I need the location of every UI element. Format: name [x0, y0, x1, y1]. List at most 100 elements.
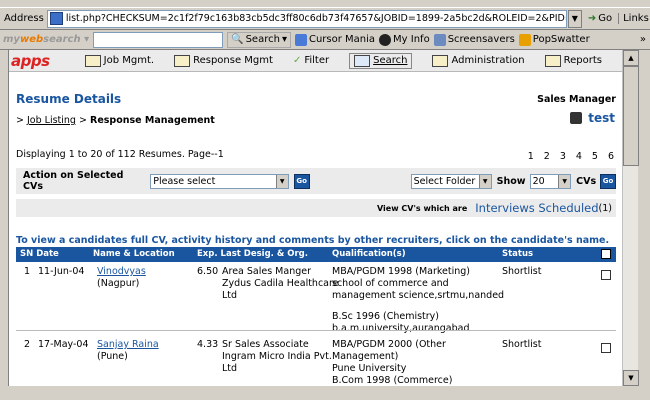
bottom-strip — [0, 386, 650, 400]
page-link[interactable]: 1 — [528, 151, 534, 162]
table-header: SN Date Name & Location Exp. Last Desig.… — [16, 247, 616, 262]
page-link[interactable]: 6 — [608, 151, 614, 162]
breadcrumb: > Job Listing > Response Management — [16, 115, 215, 126]
page-link[interactable]: 4 — [576, 151, 582, 162]
cursor-mania-label: Cursor Mania — [308, 34, 376, 45]
breadcrumb-sep: > — [16, 115, 24, 126]
qualification-line: MBA/PGDM 2000 (Other — [332, 339, 446, 350]
action-select[interactable]: Please select ▼ — [150, 173, 289, 189]
show-select[interactable]: 20 ▼ — [529, 173, 572, 189]
nav-reports[interactable]: Reports — [544, 54, 602, 67]
page-link[interactable]: 2 — [544, 151, 550, 162]
breadcrumb-job-listing[interactable]: Job Listing — [27, 115, 76, 126]
toolbar-search-label: Search — [245, 34, 280, 45]
qualification-line: MBA/PGDM 1998 (Marketing) — [332, 266, 470, 277]
cursor-mania-button[interactable]: Cursor Mania — [294, 33, 376, 46]
search-toolbar: mywebsearch ▾ 🔍 Search ▾ Cursor Mania My … — [0, 30, 650, 50]
go-button[interactable]: ➜ Go — [588, 13, 612, 24]
address-dropdown-button[interactable]: ▼ — [567, 9, 582, 28]
user-icon — [570, 112, 583, 124]
row-divider — [16, 330, 616, 331]
links-button[interactable]: Links — [618, 13, 649, 24]
organization-suffix: Ltd — [222, 363, 238, 374]
candidate-location: (Pune) — [97, 351, 128, 362]
address-input[interactable]: list.php?CHECKSUM=2c1f2f79c163b83cb5dc3f… — [46, 9, 567, 28]
qualification-line: Management) — [332, 351, 399, 362]
vertical-scrollbar[interactable]: ▲ ▼ — [622, 50, 639, 386]
user-role: Sales Manager — [537, 94, 616, 105]
show-go-button[interactable]: Go — [600, 173, 616, 189]
results-summary: Displaying 1 to 20 of 112 Resumes. Page-… — [16, 149, 224, 160]
nav-search-label: Search — [373, 55, 408, 66]
nav-filter[interactable]: ✓ Filter — [293, 55, 329, 66]
go-arrow-icon: ➜ — [587, 13, 597, 24]
responses-icon — [174, 54, 191, 67]
scroll-down-arrow-icon[interactable]: ▼ — [623, 370, 639, 386]
chevron-down-icon: ▼ — [275, 174, 288, 188]
row-date: 17-May-04 — [38, 339, 89, 350]
action-bar: Action on Selected CVs Please select ▼ G… — [16, 168, 616, 194]
nav-response-mgmt[interactable]: Response Mgmt — [174, 54, 273, 67]
table-row: 2 17-May-04 Sanjay Raina (Pune) 4.33 Sr … — [16, 339, 616, 386]
row-checkbox[interactable] — [601, 343, 611, 353]
experience-years: 4.33 — [197, 339, 219, 350]
screensavers-button[interactable]: Screensavers — [433, 33, 515, 46]
filter-icon: ✓ — [292, 55, 302, 66]
popswatter-button[interactable]: PopSwatter — [518, 33, 590, 46]
user-info: test — [570, 111, 615, 125]
address-url: list.php?CHECKSUM=2c1f2f79c163b83cb5dc3f… — [65, 13, 566, 24]
mywebsearch-logo-search: search — [43, 34, 81, 45]
candidate-name-link[interactable]: Vinodvyas — [97, 266, 146, 278]
col-qualifications: Qualification(s) — [332, 249, 406, 259]
experience-years: 6.50 — [197, 266, 219, 277]
cursor-icon — [294, 33, 307, 46]
col-name-location: Name & Location — [93, 249, 175, 259]
chevron-down-icon: ▼ — [478, 174, 491, 188]
info-icon — [379, 33, 392, 46]
briefcase-icon — [84, 54, 101, 67]
nav-administration-label: Administration — [451, 55, 525, 66]
candidate-status: Shortlist — [502, 266, 542, 277]
scroll-up-arrow-icon[interactable]: ▲ — [623, 50, 639, 66]
candidate-location: (Nagpur) — [97, 278, 140, 289]
interviews-count: (1) — [598, 202, 612, 214]
select-all-checkbox[interactable] — [601, 249, 611, 259]
candidate-name-link[interactable]: Sanjay Raina — [97, 339, 159, 351]
show-select-value: 20 — [532, 175, 545, 187]
table-row: 1 11-Jun-04 Vinodvyas (Nagpur) 6.50 Area… — [16, 266, 616, 348]
interviews-scheduled-link[interactable]: Interviews Scheduled — [475, 201, 598, 215]
toolbar-search-button[interactable]: 🔍 Search ▾ — [227, 31, 291, 48]
nav-job-mgmt[interactable]: Job Mgmt. — [84, 54, 154, 67]
toolbar-chevron-icon[interactable]: » — [640, 34, 646, 45]
nav-reports-label: Reports — [563, 55, 602, 66]
action-go-button[interactable]: Go — [293, 173, 310, 189]
qualification-line: Pune University — [332, 363, 407, 374]
search-icon — [354, 54, 371, 67]
scroll-thumb[interactable] — [623, 66, 639, 166]
mywebsearch-logo[interactable]: mywebsearch ▾ — [3, 34, 89, 45]
my-info-button[interactable]: My Info — [379, 33, 430, 46]
qualification-line: b.a.m.university,aurangabad — [332, 323, 470, 334]
go-label: Go — [598, 13, 613, 24]
designation: Sr Sales Associate — [222, 339, 309, 350]
screensavers-label: Screensavers — [447, 34, 515, 45]
organization: Zydus Cadila Healthcare — [222, 278, 339, 289]
toolbar-search-input[interactable] — [93, 31, 224, 48]
page-link[interactable]: 5 — [592, 151, 598, 162]
admin-icon — [432, 54, 449, 67]
app-nav-bar: apps Job Mgmt. Response Mgmt ✓ Filter Sea… — [9, 50, 622, 72]
nav-search[interactable]: Search — [349, 52, 413, 69]
page-link[interactable]: 3 — [560, 151, 566, 162]
nav-administration[interactable]: Administration — [432, 54, 525, 67]
row-sn: 1 — [24, 266, 31, 277]
swatter-icon — [518, 33, 531, 46]
folder-select[interactable]: Select Folder ▼ — [410, 173, 492, 189]
row-checkbox[interactable] — [601, 270, 611, 280]
view-label: View CV's which are — [376, 203, 468, 213]
mywebsearch-logo-my: my — [3, 34, 20, 45]
row-sn: 2 — [24, 339, 31, 350]
user-name[interactable]: test — [588, 111, 615, 125]
address-label: Address — [4, 13, 44, 24]
show-label: Show — [496, 175, 526, 187]
page-icon — [49, 12, 63, 25]
